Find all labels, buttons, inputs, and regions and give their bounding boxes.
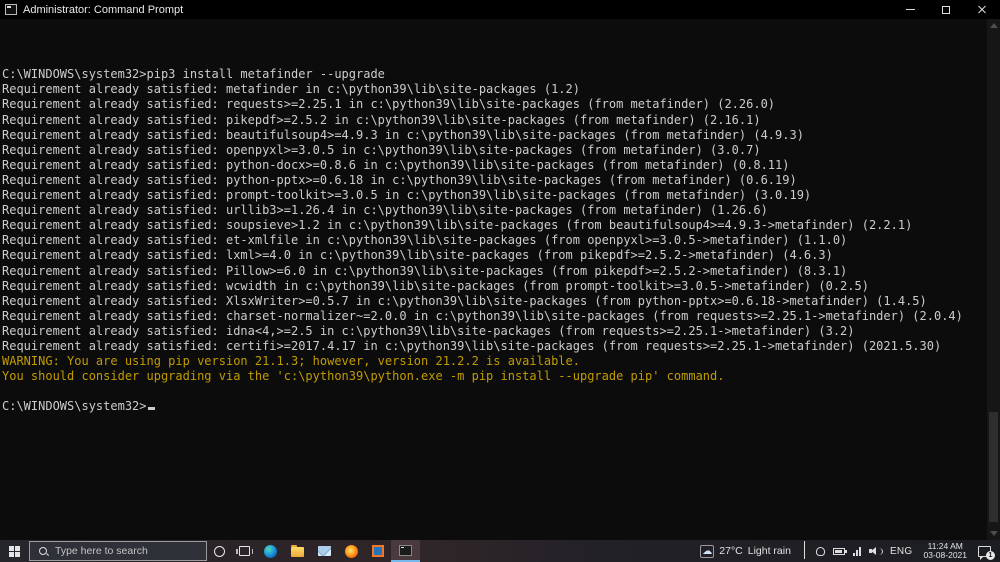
terminal-line: Requirement already satisfied: requests>… [2,97,776,112]
terminal-line: Requirement already satisfied: certifi>=… [2,338,942,353]
weather-widget[interactable]: ☁ 27°C Light rain [694,544,797,558]
date-label: 03-08-2021 [923,550,967,560]
terminal-line: Requirement already satisfied: idna<4,>=… [2,323,855,338]
folder-icon [291,545,304,557]
restore-icon [942,5,950,14]
weather-condition-label: Light rain [747,545,791,557]
volume-tray-button[interactable] [865,546,884,556]
terminal-line: WARNING: You are using pip version 21.1.… [2,354,580,369]
edge-button[interactable] [257,540,284,562]
taskbar: Type here to search ☁ 27°C Light rain EN… [0,540,1000,562]
start-button[interactable] [0,540,29,562]
orange-app-button[interactable] [365,540,391,562]
firefox-icon [345,544,358,558]
battery-tray-button[interactable] [829,547,849,555]
task-view-button[interactable] [232,540,257,562]
windows-logo-icon [9,545,20,557]
network-tray-button[interactable] [849,546,865,556]
volume-icon [868,546,883,556]
terminal-line: Requirement already satisfied: metafinde… [2,82,580,97]
mail-icon [318,546,331,556]
minimize-icon [905,9,915,10]
chevron-up-icon [803,541,805,559]
taskbar-empty-area [420,540,694,562]
system-tray: ☁ 27°C Light rain ENG 11:24 AM 03-08-202… [694,540,1000,562]
battery-icon [832,547,847,555]
command-prompt-line: C:\WINDOWS\system32> [2,399,984,414]
cmd-window-icon [5,4,17,15]
search-input[interactable]: Type here to search [29,541,207,561]
network-icon [852,546,861,556]
temperature-label: 27°C [719,545,743,557]
window-titlebar: Administrator: Command Prompt [0,0,1000,19]
terminal-line: Requirement already satisfied: prompt-to… [2,188,812,203]
scrollbar-thumb[interactable] [989,412,998,522]
cortana-button[interactable] [207,540,232,562]
terminal-scrollbar[interactable] [987,19,1000,540]
terminal-line: Requirement already satisfied: urllib3>=… [2,203,768,218]
maximize-button[interactable] [928,0,964,19]
search-icon [38,546,49,557]
terminal-line: Requirement already satisfied: beautiful… [2,127,804,142]
action-center-button[interactable]: 1 [978,545,995,560]
terminal-line: Requirement already satisfied: XlsxWrite… [2,293,927,308]
terminal-output: C:\WINDOWS\system32>pip3 install metafin… [2,22,984,399]
terminal-window[interactable]: C:\WINDOWS\system32>pip3 install metafin… [0,19,1000,540]
notification-badge: 1 [986,550,995,560]
task-view-icon [236,546,253,556]
scroll-up-icon[interactable] [989,23,998,28]
terminal-line: Requirement already satisfied: pikepdf>=… [2,112,761,127]
terminal-line: Requirement already satisfied: python-pp… [2,172,797,187]
terminal-line: Requirement already satisfied: wcwidth i… [2,278,869,293]
file-explorer-button[interactable] [284,540,311,562]
clock[interactable]: 11:24 AM 03-08-2021 [919,541,972,561]
close-button[interactable] [964,0,1000,19]
terminal-line: Requirement already satisfied: lxml>=4.0… [2,248,833,263]
minimize-button[interactable] [892,0,928,19]
terminal-line: Requirement already satisfied: python-do… [2,157,790,172]
prompt-text: C:\WINDOWS\system32> [2,399,147,414]
weather-icon: ☁ [700,544,715,558]
orange-app-icon [372,545,384,557]
scroll-down-icon[interactable] [989,531,998,536]
mail-button[interactable] [311,540,338,562]
terminal-line: Requirement already satisfied: soupsieve… [2,218,913,233]
onedrive-icon [815,546,825,556]
terminal-line: C:\WINDOWS\system32>pip3 install metafin… [2,67,385,82]
onedrive-tray-button[interactable] [812,546,829,556]
cmd-icon [399,544,412,556]
close-icon [977,5,987,15]
language-indicator[interactable]: ENG [884,546,919,557]
terminal-line: Requirement already satisfied: Pillow>=6… [2,263,848,278]
terminal-line: Requirement already satisfied: charset-n… [2,308,963,323]
cortana-icon [214,545,225,557]
search-placeholder: Type here to search [55,545,148,557]
firefox-button[interactable] [338,540,365,562]
text-cursor [147,407,155,411]
terminal-line: You should consider upgrading via the 'c… [2,369,725,384]
terminal-line: Requirement already satisfied: openpyxl>… [2,142,761,157]
command-prompt-taskbar-button[interactable] [391,540,420,562]
terminal-line: Requirement already satisfied: et-xmlfil… [2,233,848,248]
window-title: Administrator: Command Prompt [23,3,184,16]
show-hidden-icons-button[interactable] [797,541,812,560]
edge-icon [264,544,277,558]
